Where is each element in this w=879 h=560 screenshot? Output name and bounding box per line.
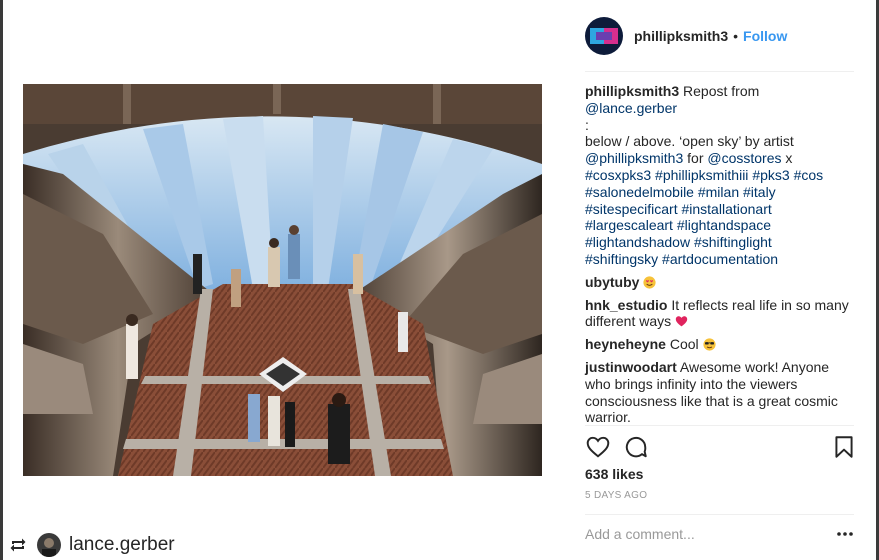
comments-list: phillipksmith3 Repost from @lance.gerber… <box>585 83 855 432</box>
comment-icon[interactable] <box>623 434 649 460</box>
caption-repost-text: Repost from <box>683 83 760 99</box>
post-header: phillipksmith3 • Follow <box>585 16 787 56</box>
repost-icon <box>10 538 26 552</box>
post-date[interactable]: 5 DAYS AGO <box>585 490 647 501</box>
post-photo-image <box>23 84 542 476</box>
caption-body: below / above. ‘open sky’ by artist <box>585 133 794 150</box>
bookmark-icon[interactable] <box>831 434 857 460</box>
caption-username[interactable]: phillipksmith3 <box>585 83 679 99</box>
divider <box>585 71 854 72</box>
caption-repost-handle[interactable]: @lance.gerber <box>585 100 677 116</box>
repost-user-avatar <box>37 533 61 557</box>
comment-item: hnk_estudio It reflects real life in so … <box>585 297 855 331</box>
add-comment-input[interactable] <box>585 526 815 542</box>
comment-item: justinwoodart Awesome work! Anyone who b… <box>585 359 855 426</box>
caption-brand-handle[interactable]: @cosstores <box>707 150 781 166</box>
hashtag[interactable]: #artdocumentation <box>662 251 778 267</box>
more-icon[interactable] <box>835 526 855 542</box>
likes-count[interactable]: 638 likes <box>585 466 643 482</box>
hashtag[interactable]: #installationart <box>681 201 771 217</box>
comment-text: Cool <box>669 336 699 353</box>
header-separator-dot: • <box>733 28 739 44</box>
comment-username[interactable]: heyneheyne <box>585 336 666 352</box>
heart-icon[interactable] <box>585 434 611 460</box>
sunglasses-emoji-icon <box>702 338 716 351</box>
caption-x-text: x <box>785 150 793 167</box>
hashtag[interactable]: #sitespecificart <box>585 201 678 217</box>
comment-item: ubytuby <box>585 274 855 291</box>
post-photo[interactable] <box>23 84 542 476</box>
caption: phillipksmith3 Repost from @lance.gerber… <box>585 83 855 268</box>
hashtag[interactable]: #phillipksmithiii <box>655 167 748 183</box>
hashtag[interactable]: #milan <box>698 184 739 200</box>
follow-button[interactable]: Follow <box>743 28 787 44</box>
divider <box>585 514 854 515</box>
hashtag[interactable]: #salonedelmobile <box>585 184 694 200</box>
hashtag[interactable]: #lightandshadow <box>585 234 690 250</box>
repost-username: lance.gerber <box>69 534 175 555</box>
comment-username[interactable]: ubytuby <box>585 274 639 290</box>
red-heart-emoji-icon <box>675 316 688 327</box>
author-avatar[interactable] <box>585 17 623 55</box>
hashtag[interactable]: #cosxpks3 <box>585 167 651 183</box>
heart-eyes-emoji-icon <box>643 276 656 289</box>
comment-username[interactable]: hnk_estudio <box>585 297 667 313</box>
author-username[interactable]: phillipksmith3 <box>634 28 728 44</box>
repost-credit-bar: lance.gerber <box>8 532 175 558</box>
post-actions <box>585 434 855 460</box>
hashtag[interactable]: #shiftingsky <box>585 251 658 267</box>
comment-username[interactable]: justinwoodart <box>585 359 677 375</box>
window-frame-left <box>0 0 3 560</box>
hashtag[interactable]: #cos <box>794 167 824 183</box>
hashtag[interactable]: #lightandspace <box>677 217 771 233</box>
hashtag[interactable]: #pks3 <box>752 167 789 183</box>
comment-item: heyneheyne Cool <box>585 336 855 353</box>
caption-artist-handle[interactable]: @phillipksmith3 <box>585 150 683 166</box>
caption-for-text: for <box>687 150 704 167</box>
caption-colon: : <box>585 116 589 133</box>
hashtag[interactable]: #shiftinglight <box>694 234 772 250</box>
hashtag[interactable]: #largescaleart <box>585 217 673 233</box>
hashtag[interactable]: #italy <box>743 184 776 200</box>
divider <box>585 425 854 426</box>
post-side-panel: phillipksmith3 • Follow phillipksmith3 R… <box>567 0 857 560</box>
